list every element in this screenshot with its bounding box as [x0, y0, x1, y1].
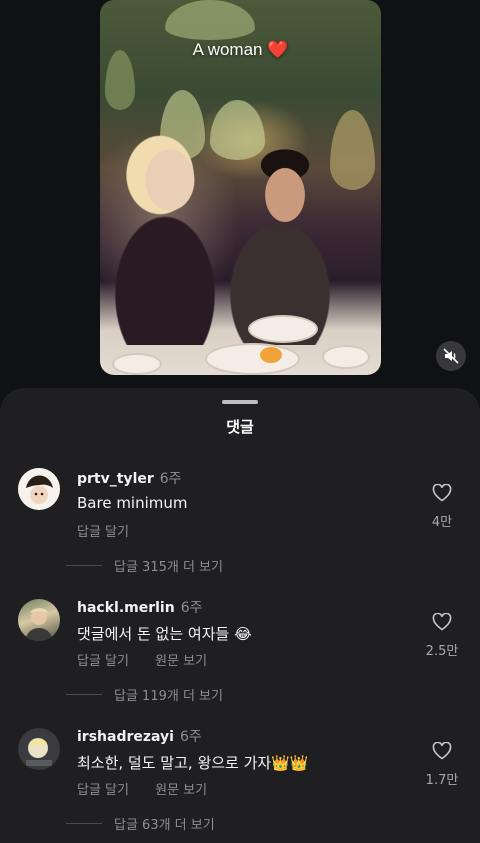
- username-text[interactable]: hackl.merlin: [77, 600, 175, 616]
- comment-time: 6주: [159, 471, 182, 487]
- speaker-muted-icon: [443, 348, 459, 364]
- like-count: 2.5만: [425, 644, 459, 659]
- like-button[interactable]: 2.5만: [422, 612, 462, 659]
- comment-username[interactable]: prtv_tyler 6주: [77, 468, 182, 488]
- username-text[interactable]: prtv_tyler: [77, 471, 154, 487]
- plate: [248, 315, 318, 343]
- food-item: [260, 347, 282, 363]
- sheet-title: 댓글: [226, 418, 254, 436]
- divider-line: [66, 694, 102, 695]
- avatar-photo-icon: [18, 728, 60, 770]
- video-player[interactable]: A woman ❤️: [100, 0, 381, 375]
- divider-line: [66, 823, 102, 824]
- username-text[interactable]: irshadrezayi: [77, 729, 174, 745]
- comments-sheet: 댓글 prtv_tyler 6주 Bare minimum 답글 달기 4만 답…: [0, 388, 480, 843]
- more-replies-label[interactable]: 답글 315개 더 보기: [114, 556, 223, 575]
- plant-leaf: [165, 0, 255, 40]
- avatar-cartoon-icon: [18, 468, 60, 510]
- view-more-replies[interactable]: 답글 315개 더 보기: [66, 556, 223, 575]
- more-replies-label[interactable]: 답글 63개 더 보기: [114, 814, 215, 833]
- like-count: 1.7만: [425, 773, 459, 788]
- comment-text: 댓글에서 돈 없는 여자들 😂: [77, 625, 252, 643]
- like-button[interactable]: 4만: [422, 483, 462, 530]
- avatar[interactable]: [18, 468, 60, 510]
- dining-table: [100, 305, 381, 375]
- comment-time: 6주: [180, 600, 203, 616]
- comment-text: Bare minimum: [77, 494, 188, 512]
- comment-username[interactable]: hackl.merlin 6주: [77, 597, 203, 617]
- avatar[interactable]: [18, 599, 60, 641]
- view-more-replies[interactable]: 답글 63개 더 보기: [66, 814, 215, 833]
- reply-button[interactable]: 답글 달기: [77, 654, 129, 669]
- like-count: 4만: [431, 515, 453, 530]
- video-area: A woman ❤️: [0, 0, 480, 400]
- like-button[interactable]: 1.7만: [422, 741, 462, 788]
- avatar[interactable]: [18, 728, 60, 770]
- reply-button[interactable]: 답글 달기: [77, 525, 129, 540]
- avatar-photo-icon: [25, 608, 53, 641]
- comment-actions: 답글 달기 원문 보기: [77, 650, 229, 669]
- plate: [322, 345, 370, 369]
- view-more-replies[interactable]: 답글 119개 더 보기: [66, 685, 223, 704]
- drag-handle[interactable]: [222, 400, 258, 404]
- heart-icon: [432, 741, 452, 760]
- more-replies-label[interactable]: 답글 119개 더 보기: [114, 685, 223, 704]
- see-original-button[interactable]: 원문 보기: [155, 783, 207, 798]
- comment-actions: 답글 달기: [77, 521, 151, 540]
- reply-button[interactable]: 답글 달기: [77, 783, 129, 798]
- heart-icon: [432, 483, 452, 502]
- divider-line: [66, 565, 102, 566]
- video-caption: A woman ❤️: [192, 40, 289, 59]
- comment-actions: 답글 달기 원문 보기: [77, 779, 229, 798]
- heart-icon: [432, 612, 452, 631]
- comment-text: 최소한, 덜도 말고, 왕으로 가자👑👑: [77, 754, 309, 772]
- see-original-button[interactable]: 원문 보기: [155, 654, 207, 669]
- plate: [205, 343, 300, 375]
- comment-time: 6주: [179, 729, 202, 745]
- mute-button[interactable]: [436, 341, 466, 371]
- comment-username[interactable]: irshadrezayi 6주: [77, 726, 202, 746]
- plate: [112, 353, 162, 375]
